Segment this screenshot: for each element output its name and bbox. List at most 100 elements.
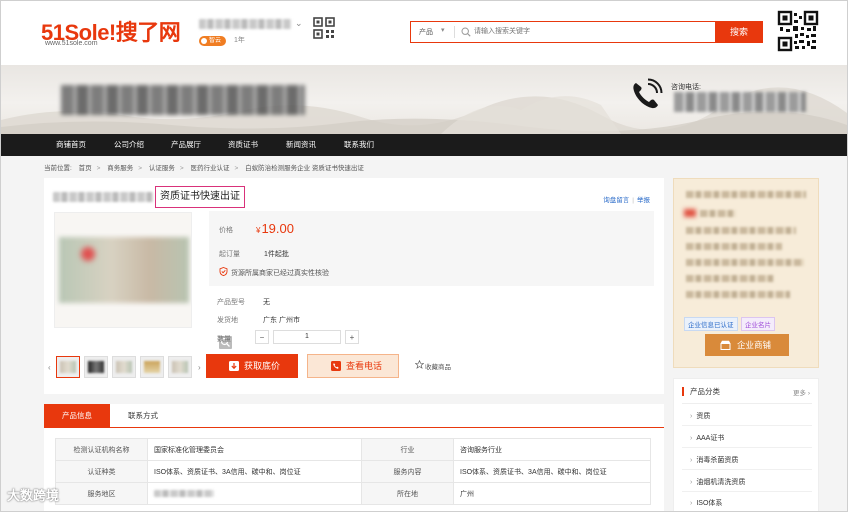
get-quote-label: 获取底价 bbox=[244, 361, 281, 371]
search-button[interactable]: 搜索 bbox=[715, 20, 763, 43]
vip-years: 1年 bbox=[234, 37, 245, 44]
thumbnail[interactable] bbox=[168, 356, 192, 378]
view-phone-button[interactable]: 查看电话 bbox=[307, 354, 399, 378]
site-logo[interactable]: 51Sole!搜了网 www.51sole.com bbox=[41, 15, 189, 49]
inquiry-link[interactable]: 询盘留言 bbox=[603, 197, 629, 204]
category-item-label: AAA证书 bbox=[696, 435, 725, 442]
logo-url: www.51sole.com bbox=[45, 40, 98, 47]
product-panel: 资质证书快速出证 询盘留言 | 举报 ‹ › 价格 ¥19.00 起订量 1件起批 bbox=[44, 178, 664, 394]
qr-code-icon[interactable] bbox=[313, 17, 335, 39]
spec-value: 国家标准化管理委员会 bbox=[147, 438, 362, 461]
chevron-down-icon[interactable]: ⌄ bbox=[295, 18, 303, 29]
company-info-blurred bbox=[686, 291, 790, 298]
download-icon bbox=[229, 361, 239, 371]
origin-value: 广东 广州市 bbox=[263, 317, 300, 324]
price-amount: 19.00 bbox=[261, 221, 294, 236]
shop-nav: 商铺首页 公司介绍 产品展厅 资质证书 新闻资讯 联系我们 bbox=[1, 134, 847, 156]
divider bbox=[682, 425, 812, 426]
category-item[interactable]: › 油烟机清洗资质 bbox=[690, 477, 745, 487]
qty-plus-button[interactable]: + bbox=[345, 330, 359, 344]
product-main-image[interactable] bbox=[54, 212, 192, 328]
get-quote-button[interactable]: 获取底价 bbox=[206, 354, 298, 378]
category-title: 产品分类 bbox=[682, 387, 720, 396]
nav-item-about[interactable]: 公司介绍 bbox=[114, 134, 144, 156]
quantity-stepper: − 1 + bbox=[255, 330, 359, 344]
breadcrumb-business[interactable]: 商务服务 bbox=[107, 165, 133, 172]
chevron-left-icon[interactable]: ‹ bbox=[48, 363, 51, 372]
company-badge-blurred bbox=[684, 209, 696, 217]
search-input[interactable] bbox=[474, 24, 714, 39]
top-bar: 51Sole!搜了网 www.51sole.com ⌄ 智云 1年 产品 ▾ 请… bbox=[1, 1, 847, 65]
company-info-blurred bbox=[686, 259, 804, 266]
spec-key: 检测认证机构名称 bbox=[55, 438, 148, 461]
origin-label: 发货地 bbox=[217, 317, 238, 324]
tab-contact[interactable]: 联系方式 bbox=[118, 404, 168, 427]
qty-input[interactable]: 1 bbox=[273, 330, 341, 344]
company-shop-button[interactable]: 企业商铺 bbox=[705, 334, 789, 356]
company-name-blurred[interactable] bbox=[199, 19, 291, 29]
store-icon bbox=[720, 340, 731, 350]
spec-value-blurred bbox=[147, 482, 362, 505]
spec-value: ISO体系、资质证书、3A信用、碳中和、岗位证 bbox=[453, 460, 651, 483]
spec-key: 行业 bbox=[361, 438, 454, 461]
search-bar: 产品 ▾ 搜索 bbox=[410, 20, 763, 43]
category-item[interactable]: › ISO体系 bbox=[690, 498, 722, 508]
table-row: 检测认证机构名称 国家标准化管理委员会 行业 咨询服务行业 bbox=[55, 438, 651, 461]
nav-item-news[interactable]: 新闻资讯 bbox=[286, 134, 316, 156]
breadcrumb-current: 白蚁防治检测服务企业 资质证书快速出证 bbox=[245, 165, 364, 172]
watermark: 大数跨境 bbox=[7, 488, 60, 503]
chevron-down-icon[interactable]: ▾ bbox=[441, 26, 445, 34]
model-label: 产品型号 bbox=[217, 299, 245, 306]
product-title-prefix-blurred bbox=[53, 192, 153, 202]
breadcrumb-cert-service[interactable]: 认证服务 bbox=[149, 165, 175, 172]
nav-item-certificates[interactable]: 资质证书 bbox=[228, 134, 258, 156]
report-link[interactable]: 举报 bbox=[637, 197, 650, 204]
divider bbox=[682, 469, 812, 470]
spec-value: ISO体系、资质证书、3A信用、碳中和、岗位证 bbox=[147, 460, 362, 483]
chevron-right-icon[interactable]: › bbox=[198, 363, 201, 372]
tab-product-info[interactable]: 产品信息 bbox=[44, 404, 110, 427]
nav-item-contact[interactable]: 联系我们 bbox=[344, 134, 374, 156]
moq-value: 1件起批 bbox=[264, 251, 289, 258]
breadcrumb-medical[interactable]: 医药行业认证 bbox=[190, 165, 229, 172]
category-item[interactable]: › AAA证书 bbox=[690, 433, 724, 443]
breadcrumb-home[interactable]: 首页 bbox=[79, 165, 92, 172]
category-more-label: 更多 bbox=[793, 390, 807, 397]
spec-value: 广州 bbox=[453, 482, 651, 505]
nav-item-products[interactable]: 产品展厅 bbox=[171, 134, 201, 156]
table-row: 服务地区 所在地 广州 bbox=[55, 482, 651, 505]
page-frame: 51Sole!搜了网 www.51sole.com ⌄ 智云 1年 产品 ▾ 请… bbox=[0, 0, 848, 512]
vip-badge: 智云 bbox=[199, 36, 227, 46]
category-item[interactable]: › 资质 bbox=[690, 411, 710, 421]
shield-check-icon bbox=[219, 267, 228, 276]
verify-text: 货源所属商家已经过真实性核验 bbox=[231, 270, 329, 277]
moq-label: 起订量 bbox=[219, 251, 240, 258]
favorite-label[interactable]: 收藏商品 bbox=[425, 361, 451, 371]
category-item-label: 油烟机清洗资质 bbox=[696, 479, 746, 486]
spec-key: 服务地区 bbox=[55, 482, 148, 505]
phone-label: 咨询电话: bbox=[671, 84, 701, 91]
divider bbox=[682, 403, 812, 404]
thumbnail[interactable] bbox=[140, 356, 164, 378]
category-more-link[interactable]: 更多 › bbox=[793, 387, 810, 397]
divider bbox=[682, 491, 812, 492]
model-value: 无 bbox=[263, 299, 270, 306]
thumbnail-strip: ‹ › bbox=[48, 354, 208, 382]
search-icon bbox=[461, 27, 471, 37]
category-item[interactable]: › 消毒杀菌资质 bbox=[690, 455, 738, 465]
qty-label: 数量 bbox=[217, 336, 231, 343]
qty-minus-button[interactable]: − bbox=[255, 330, 269, 344]
spec-value: 咨询服务行业 bbox=[453, 438, 651, 461]
star-icon[interactable] bbox=[415, 360, 424, 369]
spec-key: 所在地 bbox=[361, 482, 454, 505]
shop-name-blurred bbox=[61, 85, 305, 115]
business-card-tag[interactable]: 企业名片 bbox=[741, 317, 775, 331]
thumbnail[interactable] bbox=[112, 356, 136, 378]
product-title: 资质证书快速出证 bbox=[155, 186, 245, 208]
thumbnail[interactable] bbox=[56, 356, 80, 378]
breadcrumb-prefix: 当前位置: bbox=[44, 165, 72, 172]
nav-item-home[interactable]: 商铺首页 bbox=[56, 134, 86, 156]
search-category-select[interactable]: 产品 bbox=[419, 27, 433, 37]
certificate-seal bbox=[81, 247, 95, 261]
thumbnail[interactable] bbox=[84, 356, 108, 378]
